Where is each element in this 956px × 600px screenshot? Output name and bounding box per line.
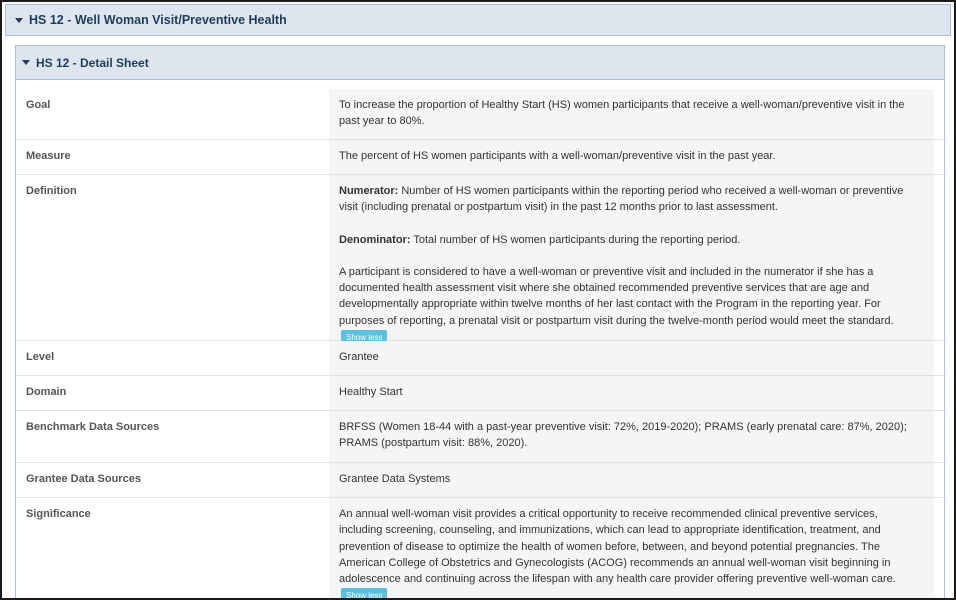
significance-paragraph: An annual well-woman visit provides a cr… [339,506,924,598]
row-label: Significance [26,508,91,520]
denominator-text: Total number of HS women participants du… [410,233,741,246]
row-label: Level [26,351,55,363]
domain-text: Healthy Start [339,386,403,398]
row-label: Grantee Data Sources [26,473,141,485]
row-value: An annual well-woman visit provides a cr… [329,498,934,598]
numerator-label: Numerator: [339,185,399,197]
denominator-label: Denominator: [339,233,411,246]
level-text: Grantee [339,351,379,363]
detail-window: HS 12 - Well Woman Visit/Preventive Heal… [0,0,956,600]
numerator-paragraph: Numerator: Number of HS women participan… [339,183,924,216]
row-value: To increase the proportion of Healthy St… [329,89,934,139]
row-label: Domain [26,386,67,398]
row-definition: Definition Numerator: Number of HS women… [16,175,946,345]
outer-panel-header[interactable]: HS 12 - Well Woman Visit/Preventive Heal… [5,4,951,36]
detail-sheet-title: HS 12 - Detail Sheet [36,55,149,70]
denominator-paragraph: Denominator: Total number of HS women pa… [339,232,924,248]
row-grantee-data-sources: Grantee Data Sources Grantee Data System… [16,463,946,498]
row-label: Goal [26,99,51,111]
row-goal: Goal To increase the proportion of Healt… [16,89,946,140]
row-value: Healthy Start [329,376,934,410]
numerator-text: Number of HS women participants within t… [339,185,904,214]
row-value: Grantee Data Systems [329,463,934,497]
row-measure: Measure The percent of HS women particip… [16,140,946,175]
definition-extra-paragraph: A participant is considered to have a we… [339,264,924,345]
collapse-caret-icon[interactable] [15,17,23,23]
show-less-button[interactable]: Show less [341,588,388,598]
significance-text: An annual well-woman visit provides a cr… [339,508,896,586]
row-label: Benchmark Data Sources [26,421,160,433]
row-value: Numerator: Number of HS women participan… [329,175,934,345]
row-label: Measure [26,150,71,162]
grantee-sources-text: Grantee Data Systems [339,473,451,485]
detail-sheet-header[interactable]: HS 12 - Detail Sheet [16,46,944,80]
row-benchmark-data-sources: Benchmark Data Sources BRFSS (Women 18-4… [16,411,946,463]
row-level: Level Grantee [16,341,946,376]
detail-sheet-panel: HS 12 - Detail Sheet Goal To increase th… [15,45,946,598]
row-value: BRFSS (Women 18-44 with a past-year prev… [329,411,934,462]
row-value: The percent of HS women participants wit… [329,140,934,174]
row-significance: Significance An annual well-woman visit … [16,498,946,598]
outer-panel-title: HS 12 - Well Woman Visit/Preventive Heal… [29,13,287,27]
measure-text: The percent of HS women participants wit… [339,150,776,162]
row-value: Grantee [329,341,934,375]
row-label: Definition [26,185,77,197]
definition-extra-text: A participant is considered to have a we… [339,265,894,327]
row-domain: Domain Healthy Start [16,376,946,411]
benchmark-text: BRFSS (Women 18-44 with a past-year prev… [339,421,907,450]
collapse-caret-icon[interactable] [22,60,30,65]
goal-text: To increase the proportion of Healthy St… [339,99,905,128]
